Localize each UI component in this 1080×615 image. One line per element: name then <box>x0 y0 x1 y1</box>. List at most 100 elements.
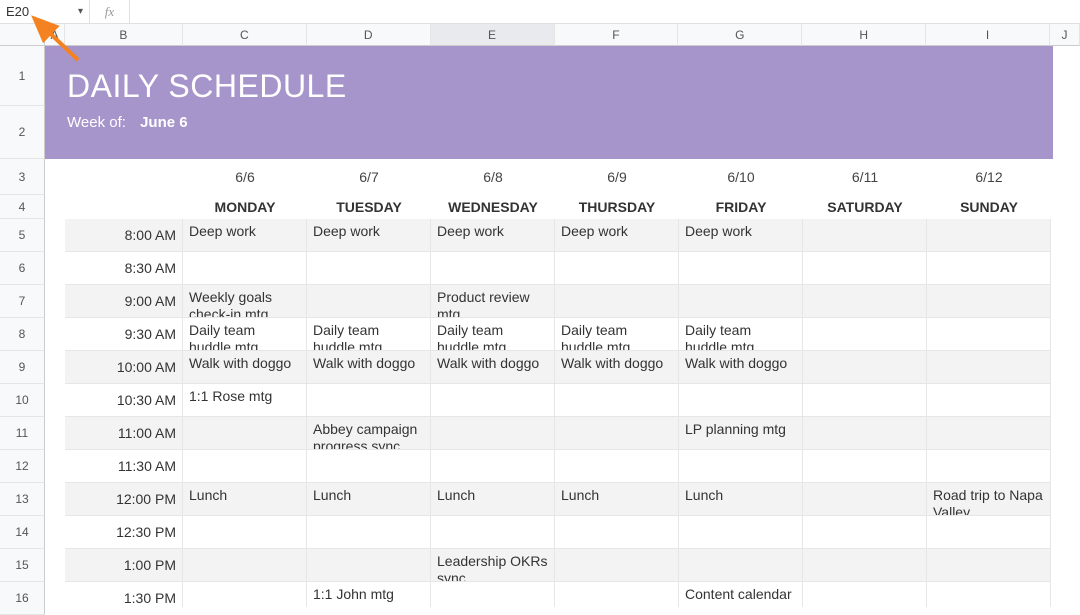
row-header-3[interactable]: 3 <box>0 159 45 195</box>
schedule-cell[interactable] <box>927 318 1051 351</box>
day-cell[interactable]: TUESDAY <box>307 195 431 219</box>
day-cell[interactable]: MONDAY <box>183 195 307 219</box>
schedule-cell[interactable] <box>431 417 555 450</box>
schedule-cell[interactable] <box>555 450 679 483</box>
schedule-cell[interactable] <box>927 549 1051 582</box>
row-header-1[interactable]: 1 <box>0 46 45 106</box>
schedule-cell[interactable] <box>803 351 927 384</box>
schedule-cell[interactable]: 1:1 Rose mtg <box>183 384 307 417</box>
schedule-cell[interactable]: Daily team huddle mtg <box>307 318 431 351</box>
date-cell[interactable]: 6/9 <box>555 159 679 195</box>
day-cell[interactable]: THURSDAY <box>555 195 679 219</box>
schedule-cell[interactable] <box>679 252 803 285</box>
schedule-cell[interactable] <box>803 582 927 607</box>
schedule-cell[interactable]: Daily team huddle mtg <box>431 318 555 351</box>
row-header-6[interactable]: 6 <box>0 252 45 285</box>
schedule-cell[interactable]: Deep work <box>183 219 307 252</box>
row-header-13[interactable]: 13 <box>0 483 45 516</box>
date-cell[interactable]: 6/10 <box>679 159 803 195</box>
row-header-15[interactable]: 15 <box>0 549 45 582</box>
schedule-cell[interactable]: Deep work <box>555 219 679 252</box>
schedule-cell[interactable]: Lunch <box>431 483 555 516</box>
time-cell[interactable]: 8:30 AM <box>65 252 183 285</box>
schedule-cell[interactable] <box>183 417 307 450</box>
row-header-11[interactable]: 11 <box>0 417 45 450</box>
schedule-cell[interactable]: LP planning mtg <box>679 417 803 450</box>
schedule-cell[interactable] <box>927 417 1051 450</box>
schedule-cell[interactable] <box>679 285 803 318</box>
row-header-5[interactable]: 5 <box>0 219 45 252</box>
schedule-cell[interactable] <box>803 384 927 417</box>
schedule-cell[interactable]: Content calendar <box>679 582 803 607</box>
schedule-cell[interactable] <box>679 384 803 417</box>
schedule-cell[interactable]: Walk with doggo <box>679 351 803 384</box>
column-header-H[interactable]: H <box>802 24 926 46</box>
schedule-cell[interactable] <box>183 582 307 607</box>
schedule-cell[interactable] <box>927 582 1051 607</box>
schedule-cell[interactable] <box>555 285 679 318</box>
time-cell[interactable]: 1:30 PM <box>65 582 183 607</box>
time-cell[interactable]: 10:30 AM <box>65 384 183 417</box>
formula-input[interactable] <box>130 0 1080 23</box>
day-cell[interactable]: SUNDAY <box>927 195 1051 219</box>
schedule-cell[interactable] <box>555 417 679 450</box>
schedule-cell[interactable]: Walk with doggo <box>183 351 307 384</box>
schedule-cell[interactable] <box>555 582 679 607</box>
schedule-cell[interactable] <box>307 516 431 549</box>
time-cell[interactable]: 9:30 AM <box>65 318 183 351</box>
schedule-cell[interactable] <box>307 384 431 417</box>
schedule-cell[interactable] <box>307 252 431 285</box>
schedule-cell[interactable]: Lunch <box>183 483 307 516</box>
schedule-cell[interactable] <box>307 549 431 582</box>
schedule-cell[interactable]: Daily team huddle mtg <box>555 318 679 351</box>
schedule-cell[interactable] <box>307 450 431 483</box>
row-header-10[interactable]: 10 <box>0 384 45 417</box>
schedule-cell[interactable] <box>431 384 555 417</box>
schedule-cell[interactable]: Product review mtg <box>431 285 555 318</box>
time-cell[interactable]: 10:00 AM <box>65 351 183 384</box>
date-cell[interactable]: 6/6 <box>183 159 307 195</box>
schedule-cell[interactable] <box>183 252 307 285</box>
date-cell[interactable]: 6/7 <box>307 159 431 195</box>
time-cell[interactable]: 11:00 AM <box>65 417 183 450</box>
schedule-cell[interactable] <box>927 384 1051 417</box>
schedule-cell[interactable] <box>431 450 555 483</box>
schedule-cell[interactable] <box>803 516 927 549</box>
schedule-cell[interactable]: Walk with doggo <box>555 351 679 384</box>
day-cell[interactable]: SATURDAY <box>803 195 927 219</box>
schedule-cell[interactable] <box>803 417 927 450</box>
schedule-cell[interactable] <box>431 582 555 607</box>
row-header-2[interactable]: 2 <box>0 106 45 159</box>
row-header-8[interactable]: 8 <box>0 318 45 351</box>
schedule-cell[interactable] <box>555 384 679 417</box>
row-header-16[interactable]: 16 <box>0 582 45 615</box>
row-header-9[interactable]: 9 <box>0 351 45 384</box>
schedule-cell[interactable] <box>927 351 1051 384</box>
schedule-cell[interactable] <box>927 285 1051 318</box>
schedule-cell[interactable] <box>183 516 307 549</box>
schedule-cell[interactable] <box>803 318 927 351</box>
time-cell[interactable]: 9:00 AM <box>65 285 183 318</box>
schedule-cell[interactable]: Walk with doggo <box>431 351 555 384</box>
schedule-cell[interactable] <box>679 516 803 549</box>
date-cell[interactable]: 6/12 <box>927 159 1051 195</box>
schedule-cell[interactable] <box>927 516 1051 549</box>
column-header-C[interactable]: C <box>183 24 307 46</box>
schedule-cell[interactable]: Deep work <box>431 219 555 252</box>
schedule-cell[interactable]: Lunch <box>555 483 679 516</box>
time-cell[interactable]: 12:00 PM <box>65 483 183 516</box>
schedule-cell[interactable] <box>555 252 679 285</box>
schedule-cell[interactable]: Deep work <box>679 219 803 252</box>
column-header-E[interactable]: E <box>431 24 555 46</box>
time-cell[interactable]: 8:00 AM <box>65 219 183 252</box>
schedule-cell[interactable] <box>307 285 431 318</box>
day-cell[interactable]: WEDNESDAY <box>431 195 555 219</box>
schedule-cell[interactable] <box>803 285 927 318</box>
row-header-7[interactable]: 7 <box>0 285 45 318</box>
schedule-cell[interactable] <box>927 252 1051 285</box>
schedule-cell[interactable]: Daily team huddle mtg <box>679 318 803 351</box>
time-cell[interactable]: 1:00 PM <box>65 549 183 582</box>
schedule-cell[interactable] <box>431 516 555 549</box>
row-header-14[interactable]: 14 <box>0 516 45 549</box>
column-header-J[interactable]: J <box>1050 24 1080 46</box>
